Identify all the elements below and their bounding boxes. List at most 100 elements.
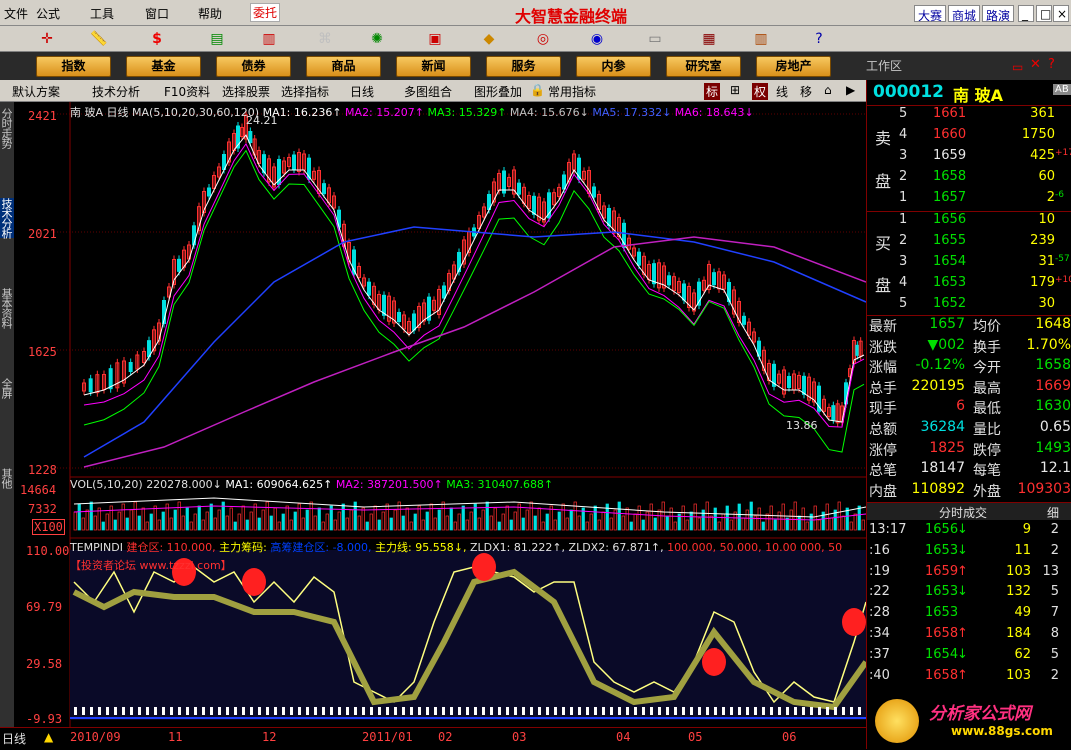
nav-index[interactable]: 指数 [36, 56, 111, 77]
crosshair-icon[interactable]: ✛ [36, 29, 58, 49]
switch-icon[interactable]: AB [1053, 84, 1071, 95]
money-icon[interactable]: $ [146, 29, 168, 49]
window-icon[interactable]: ▭ [644, 29, 666, 49]
ticks-detail[interactable]: 细 [1047, 504, 1059, 521]
volume-bar [625, 507, 629, 531]
maximize-icon[interactable]: □ [1036, 5, 1052, 22]
bids-row[interactable]: 5 1652 30 [867, 296, 1071, 317]
chart-icon[interactable]: ▣ [424, 29, 446, 49]
menu-help[interactable]: 帮助 [198, 5, 222, 22]
volume-bar [173, 509, 177, 531]
tick-volume: 11 [1014, 542, 1031, 558]
indicator-marker [266, 707, 269, 715]
line-button[interactable]: 线 [776, 83, 788, 100]
window-close-icon[interactable]: ✕ [1030, 57, 1041, 72]
bars-icon[interactable]: ▥ [258, 29, 280, 49]
home-icon[interactable]: ⌂ [824, 83, 832, 97]
globe-icon[interactable]: ◉ [586, 29, 608, 49]
ma3-line [83, 149, 865, 453]
trade-button[interactable]: 委托 [250, 3, 281, 22]
tick-direction: ↑ [957, 626, 968, 641]
volume-bar [273, 507, 277, 531]
select-indicator-menu[interactable]: 选择指标 [281, 83, 329, 100]
volume-bar [469, 511, 473, 531]
level-num: 2 [899, 169, 908, 184]
f10-menu[interactable]: F10资料 [164, 83, 210, 100]
plus-icon[interactable]: ⊞ [730, 83, 740, 97]
roadshow-button[interactable]: 路演 [982, 5, 1015, 23]
diamond-icon[interactable]: ◆ [478, 29, 500, 49]
level-volume: 60 [1038, 169, 1055, 184]
nav-news[interactable]: 新闻 [396, 56, 471, 77]
quote-icon[interactable]: ▤ [206, 29, 228, 49]
mark-button[interactable]: 标 [704, 83, 721, 100]
panel-icon[interactable]: ▦ [698, 29, 720, 49]
default-scheme-menu[interactable]: 默认方案 [12, 83, 60, 100]
bids-row[interactable]: 4 1653 179 +10 [867, 275, 1071, 296]
stat-value: 1658 [1035, 357, 1071, 374]
overlay-menu[interactable]: 图形叠加 [474, 83, 522, 100]
bids-row[interactable]: 3 1654 31 -57 [867, 254, 1071, 275]
panel-help-icon[interactable]: ? [1048, 57, 1055, 72]
tab-fundamental[interactable]: 基本资料 [0, 288, 14, 328]
menu-file[interactable]: 文件 [4, 5, 28, 22]
common-indicator-menu[interactable]: 常用指标 [548, 83, 596, 100]
contest-button[interactable]: 大赛 [914, 5, 947, 23]
vol-unit[interactable]: X100 [32, 519, 65, 535]
tick-row: :40 1658 ↑ 103 2 [867, 668, 1071, 689]
chart-area[interactable]: 南 玻A 日线 MA(5,10,20,30,60,120) MA1: 16.23… [14, 102, 869, 747]
kline-chart[interactable] [14, 102, 869, 747]
play-icon[interactable]: ▶ [846, 83, 855, 97]
ticks-title[interactable]: 分时成交 [939, 504, 987, 521]
mall-button[interactable]: 商城 [948, 5, 981, 23]
asks-row[interactable]: 2 1658 60 [867, 169, 1071, 190]
ring-icon[interactable]: ◎ [532, 29, 554, 49]
nav-insider[interactable]: 内参 [576, 56, 651, 77]
multi-chart-menu[interactable]: 多图组合 [404, 83, 452, 100]
bell-icon[interactable]: ✺ [366, 29, 388, 49]
select-stock-menu[interactable]: 选择股票 [222, 83, 270, 100]
bottom-period[interactable]: 日线 [2, 730, 27, 747]
vol-tick: 7332 [28, 502, 57, 516]
asks-row[interactable]: 3 1659 425 +17 [867, 148, 1071, 169]
menu-formula[interactable]: 公式 [36, 5, 60, 22]
nav-commodity[interactable]: 商品 [306, 56, 381, 77]
binoculars-icon[interactable]: ⌘ [314, 29, 336, 49]
move-button[interactable]: 移 [800, 83, 812, 100]
asks-row[interactable]: 1 1657 2 -6 [867, 190, 1071, 211]
ind-e: ZLDX1: 81.222↑, [469, 541, 566, 554]
nav-service[interactable]: 服务 [486, 56, 561, 77]
period-menu[interactable]: 日线 [350, 83, 374, 100]
tech-analysis-menu[interactable]: 技术分析 [92, 83, 140, 100]
workarea-label[interactable]: 工作区 [866, 57, 902, 74]
minimize-icon[interactable]: _ [1018, 5, 1034, 22]
menu-window[interactable]: 窗口 [145, 5, 169, 22]
lock-icon[interactable]: 🔒 [530, 83, 545, 97]
tick-count: 5 [1050, 646, 1059, 662]
restore-icon[interactable]: ▭ [1012, 60, 1023, 74]
menu-tools[interactable]: 工具 [90, 5, 114, 22]
indicator-marker [738, 707, 741, 715]
bids-row[interactable]: 1 1656 10 [867, 212, 1071, 233]
tab-other[interactable]: 其他 [0, 468, 14, 488]
nav-fund[interactable]: 基金 [126, 56, 201, 77]
books-icon[interactable]: ▥ [750, 29, 772, 49]
tab-intraday[interactable]: 分时走势 [0, 108, 14, 148]
period-arrow-icon[interactable]: ▲ [44, 730, 53, 744]
close-icon[interactable]: × [1053, 5, 1069, 22]
volume-bar [285, 505, 289, 531]
volume-bar [349, 509, 353, 531]
help-pointer-icon[interactable]: ? [808, 29, 830, 49]
asks-row[interactable]: 5 1661 361 [867, 106, 1071, 127]
rights-button[interactable]: 权 [752, 83, 769, 100]
tab-technical[interactable]: 技术分析 [0, 198, 14, 238]
volume-bar [265, 501, 269, 531]
nav-research[interactable]: 研究室 [666, 56, 741, 77]
asks-row[interactable]: 4 1660 1750 [867, 127, 1071, 148]
bids-row[interactable]: 2 1655 239 [867, 233, 1071, 254]
tab-fullscreen[interactable]: 全屏 [0, 378, 14, 398]
nav-realestate[interactable]: 房地产 [756, 56, 831, 77]
indicator-marker [98, 707, 101, 715]
nav-bond[interactable]: 债券 [216, 56, 291, 77]
ruler-icon[interactable]: 📏 [88, 29, 110, 49]
